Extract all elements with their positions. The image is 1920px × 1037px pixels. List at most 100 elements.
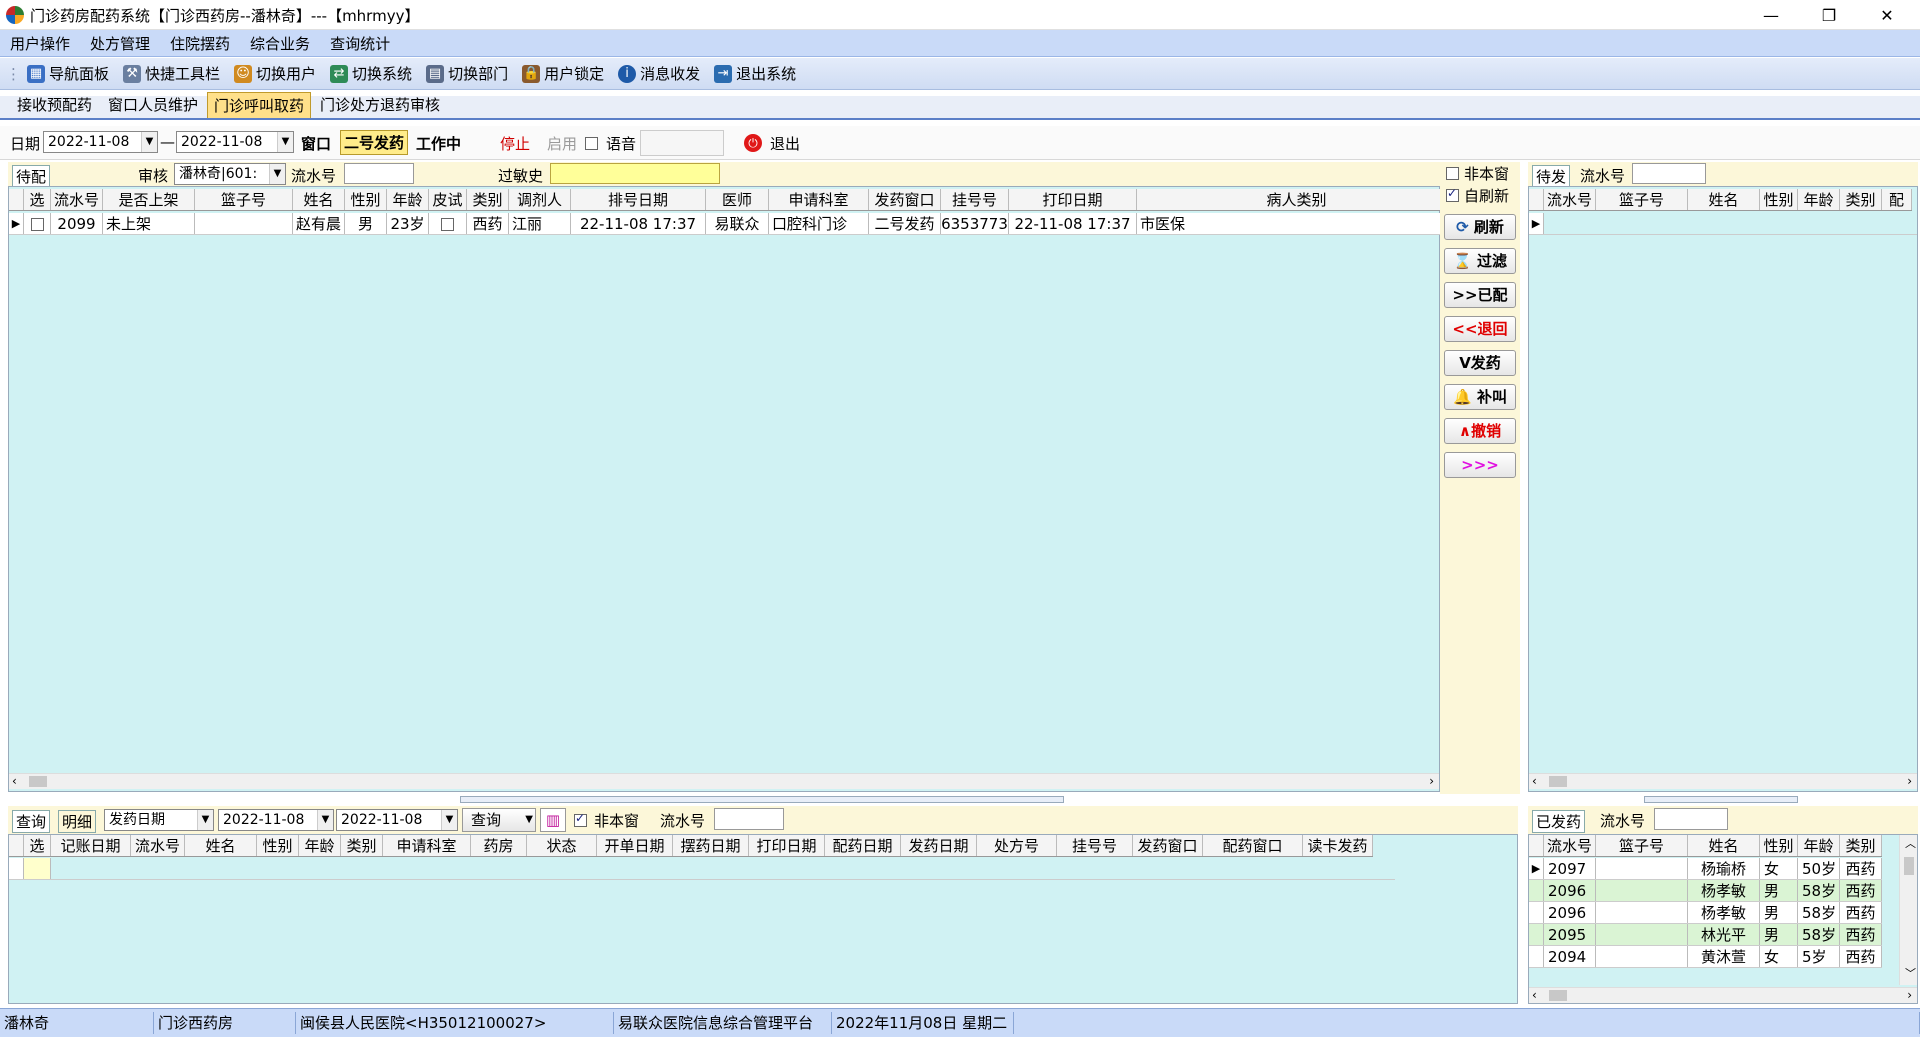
date-from-picker[interactable]: 2022-11-08 ▼ — [43, 131, 158, 153]
scroll-left-icon[interactable]: ‹ — [1532, 774, 1537, 788]
query-not-this-window-checkbox[interactable] — [574, 811, 587, 827]
scroll-right-icon[interactable]: › — [1907, 988, 1912, 1002]
voice-field[interactable] — [640, 130, 724, 156]
switch-dept-icon: ▤ — [426, 64, 445, 83]
scroll-thumb[interactable] — [1549, 776, 1567, 787]
toolbar-exit-system[interactable]: ⇥ 退出系统 — [714, 63, 796, 84]
scroll-down-icon[interactable]: ﹀ — [1905, 965, 1916, 981]
tab-window-staff[interactable]: 窗口人员维护 — [101, 91, 205, 118]
tab-query[interactable]: 查询 — [12, 810, 51, 833]
tab-receive-preconfig[interactable]: 接收预配药 — [10, 91, 99, 118]
query-date-from[interactable]: 2022-11-08 ▼ — [218, 809, 334, 831]
allergy-field[interactable] — [550, 163, 720, 184]
close-button[interactable]: ✕ — [1858, 0, 1916, 30]
allergy-label: 过敏史 — [498, 167, 544, 185]
table-row[interactable]: 2096 杨孝敏 男 58岁 西药 — [1529, 902, 1882, 924]
table-row[interactable]: 2095 林光平 男 58岁 西药 — [1529, 924, 1882, 946]
return-button[interactable]: <<退回 — [1444, 316, 1516, 342]
switch-user-icon: ☺ — [234, 64, 253, 83]
info-icon: i — [618, 64, 637, 83]
menu-prescription[interactable]: 处方管理 — [90, 33, 150, 54]
configured-button[interactable]: >>已配 — [1444, 282, 1516, 308]
review-select[interactable]: 潘林奇|601: ▼ — [174, 163, 286, 185]
dispensed-scrollbar[interactable]: ‹ › — [1529, 987, 1917, 1003]
table-row[interactable] — [9, 858, 1395, 880]
undo-button[interactable]: ∧撤销 — [1444, 418, 1516, 444]
menu-business[interactable]: 综合业务 — [250, 33, 310, 54]
toolbar-switch-system[interactable]: ⇄ 切换系统 — [330, 63, 412, 84]
scroll-right-icon[interactable]: › — [1429, 774, 1434, 788]
toolbar-nav-panel[interactable]: ▦ 导航面板 — [27, 63, 109, 84]
exit-button[interactable]: 退出 — [770, 133, 800, 154]
column-settings-button[interactable]: ▥ — [540, 808, 566, 832]
scroll-thumb[interactable] — [29, 776, 47, 787]
waiting-serial-input[interactable] — [1632, 163, 1706, 184]
query-button[interactable]: 查询 ▼ — [462, 808, 536, 832]
status-bar: 潘林奇 门诊西药房 闽侯县人民医院<H35012100027> 易联众医院信息综… — [0, 1008, 1920, 1037]
toolbar-switch-dept[interactable]: ▤ 切换部门 — [426, 63, 508, 84]
chevron-down-icon[interactable]: ▼ — [525, 809, 533, 831]
auto-refresh-checkbox[interactable] — [1446, 186, 1459, 202]
scroll-left-icon[interactable]: ‹ — [12, 774, 17, 788]
row-pointer-icon: ▶ — [9, 213, 24, 234]
dispensed-toolbar: 已发药 流水号 — [1528, 806, 1918, 834]
title-bar: 门诊药房配药系统【门诊西药房--潘林奇】---【mhrmyy】 — ❐ ✕ — [0, 0, 1920, 30]
waiting-toolbar: 待发 流水号 — [1528, 162, 1918, 188]
scroll-right-icon[interactable]: › — [1907, 774, 1912, 788]
toolbar-user-lock[interactable]: 🔒 用户锁定 — [522, 63, 604, 84]
filter-icon: ⌛ — [1453, 252, 1472, 270]
table-row[interactable]: ▶ 2097 杨瑜桥 女 50岁 西药 — [1529, 858, 1882, 880]
splitter-handle[interactable] — [460, 796, 1064, 803]
dispensed-serial-input[interactable] — [1654, 808, 1728, 830]
scroll-thumb[interactable] — [1904, 857, 1914, 875]
horizontal-scrollbar[interactable]: ‹ › — [9, 773, 1439, 789]
stop-button[interactable]: 停止 — [500, 133, 530, 154]
user-lock-icon: 🔒 — [522, 64, 541, 83]
tab-return-review[interactable]: 门诊处方退药审核 — [313, 91, 447, 118]
date-to-picker[interactable]: 2022-11-08 ▼ — [176, 131, 294, 153]
menu-inpatient[interactable]: 住院摆药 — [170, 33, 230, 54]
window-label: 窗口 — [301, 135, 332, 153]
tab-call-pickup[interactable]: 门诊呼叫取药 — [207, 92, 312, 118]
menu-query-stats[interactable]: 查询统计 — [330, 33, 390, 54]
maximize-button[interactable]: ❐ — [1800, 0, 1858, 30]
serial-input[interactable] — [344, 163, 414, 184]
paint-icon: ▥ — [545, 811, 561, 829]
filter-button[interactable]: ⌛ 过滤 — [1444, 248, 1516, 274]
dispensed-grid-header: 流水号 篮子号 姓名 性别 年龄 类别 — [1529, 835, 1882, 857]
enable-button[interactable]: 启用 — [547, 133, 577, 154]
voice-checkbox[interactable] — [585, 137, 598, 150]
tab-dispensed[interactable]: 已发药 — [1532, 810, 1586, 833]
minimize-button[interactable]: — — [1742, 0, 1800, 30]
dispense-button[interactable]: V发药 — [1444, 350, 1516, 376]
toolbar-messages[interactable]: i 消息收发 — [618, 63, 700, 84]
query-date-to[interactable]: 2022-11-08 ▼ — [336, 809, 458, 831]
tab-pending[interactable]: 待配 — [12, 165, 51, 188]
status-extra — [1014, 1012, 1920, 1034]
move-all-button[interactable]: >>> — [1444, 452, 1516, 478]
scroll-left-icon[interactable]: ‹ — [1532, 988, 1537, 1002]
refresh-button[interactable]: ⟳ 刷新 — [1444, 214, 1516, 240]
query-serial-input[interactable] — [714, 808, 784, 830]
toolbar-quick-tools[interactable]: ⚒ 快捷工具栏 — [123, 63, 220, 84]
waiting-scrollbar[interactable]: ‹ › — [1529, 773, 1917, 789]
table-row[interactable]: ▶ — [1529, 213, 1917, 235]
scroll-thumb[interactable] — [1549, 990, 1567, 1001]
toolbar-switch-user[interactable]: ☺ 切换用户 — [234, 63, 316, 84]
skin-test-checkbox[interactable] — [441, 218, 454, 231]
tab-detail[interactable]: 明细 — [58, 810, 97, 833]
menu-user-ops[interactable]: 用户操作 — [10, 33, 70, 54]
date-type-select[interactable]: 发药日期 ▼ — [104, 809, 214, 831]
table-row[interactable]: ▶ 2099 未上架 赵有晨 男 23岁 西药 江丽 22-11-08 17:3… — [9, 213, 1457, 235]
scroll-up-icon[interactable]: ︿ — [1905, 835, 1916, 851]
serial-label: 流水号 — [291, 167, 337, 185]
table-row[interactable]: 2094 黄沐萱 女 5岁 西药 — [1529, 946, 1882, 968]
not-this-window-checkbox[interactable] — [1446, 167, 1459, 180]
vertical-scrollbar[interactable]: ︿ ﹀ — [1899, 835, 1917, 985]
status-department: 门诊西药房 — [154, 1012, 296, 1034]
tab-waiting[interactable]: 待发 — [1532, 165, 1571, 188]
recall-button[interactable]: 🔔 补叫 — [1444, 384, 1516, 410]
row-select-checkbox[interactable] — [30, 218, 44, 231]
table-row[interactable]: 2096 杨孝敏 男 58岁 西药 — [1529, 880, 1882, 902]
splitter-handle-right[interactable] — [1644, 796, 1798, 803]
